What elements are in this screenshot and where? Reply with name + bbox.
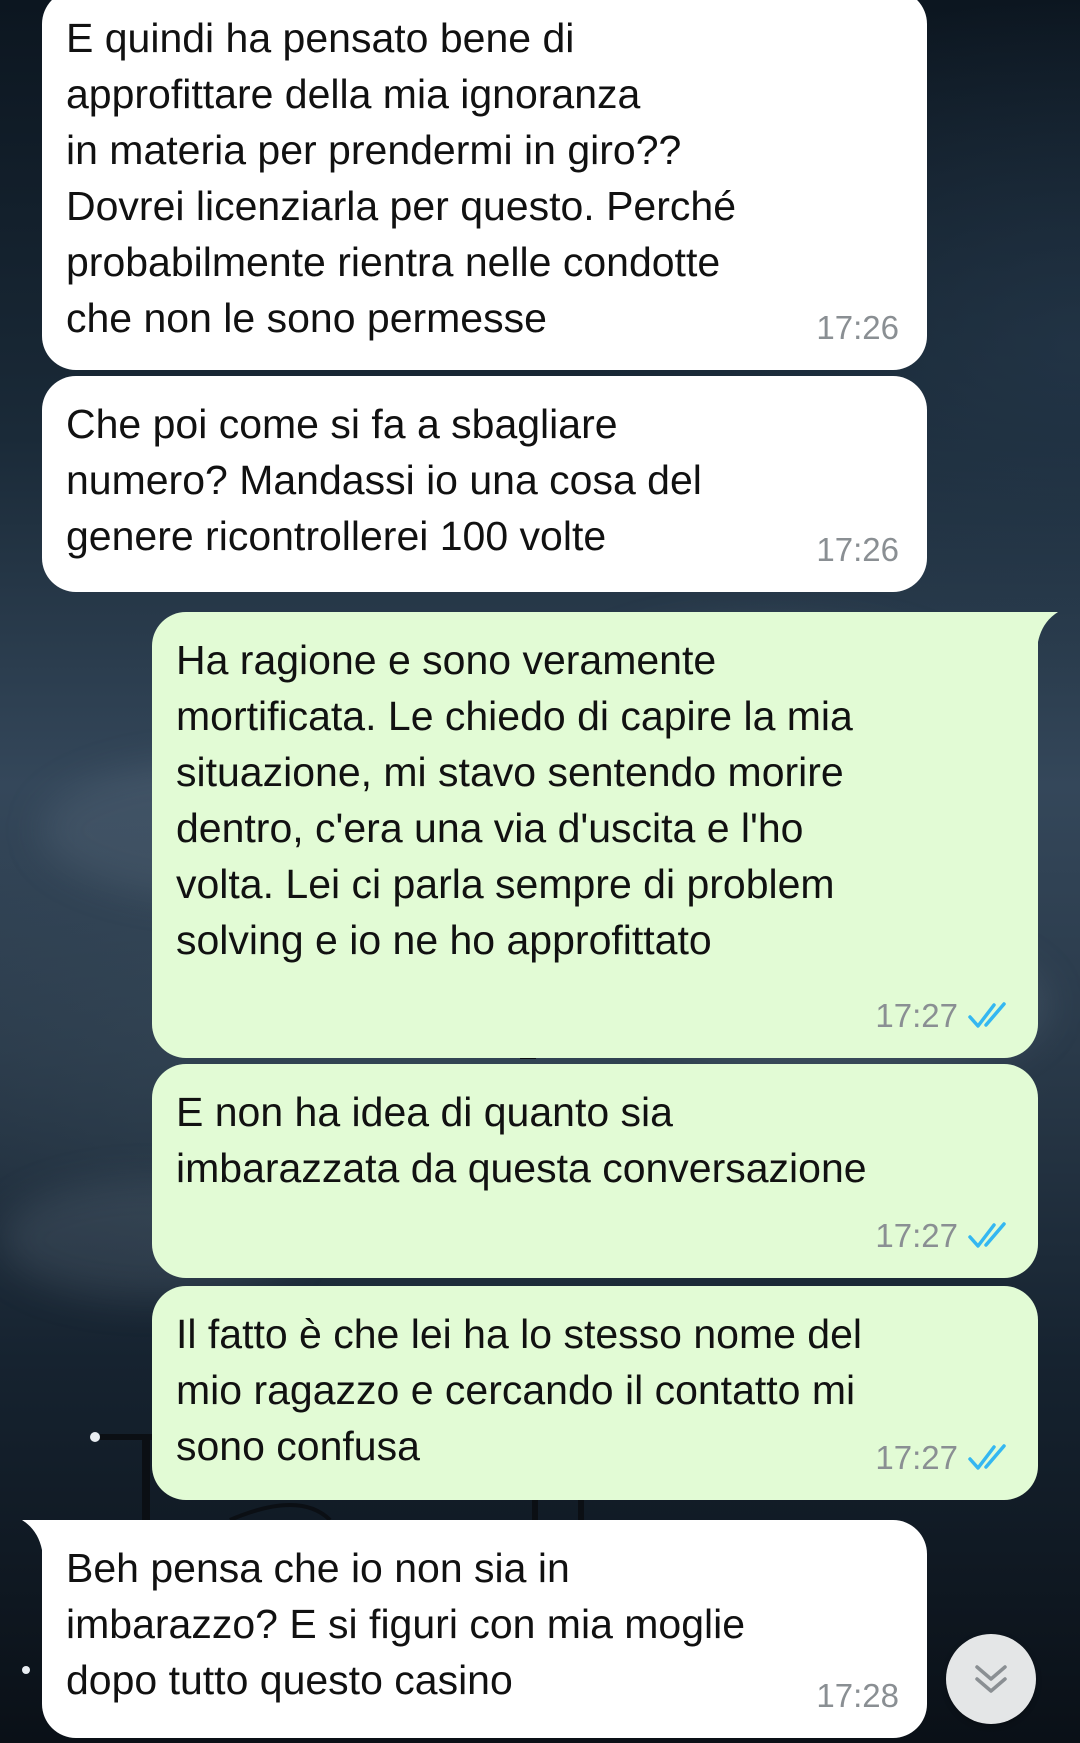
message-bubble-incoming[interactable]: Beh pensa che io non sia in imbarazzo? E… bbox=[22, 1520, 927, 1738]
scroll-to-bottom-button[interactable] bbox=[946, 1634, 1036, 1724]
message-time: 17:28 bbox=[816, 1677, 899, 1714]
message-bubble-incoming[interactable]: E quindi ha pensato bene di approfittare… bbox=[42, 0, 927, 370]
message-meta: 17:28 bbox=[816, 1668, 899, 1724]
message-bubble-outgoing[interactable]: Ha ragione e sono veramente mortificata.… bbox=[152, 612, 1058, 1058]
double-chevron-down-icon bbox=[975, 1665, 1007, 1693]
message-text: Che poi come si fa a sbagliare numero? M… bbox=[66, 401, 702, 559]
message-text: Ha ragione e sono veramente mortificata.… bbox=[176, 637, 853, 963]
message-bubble-outgoing[interactable]: E non ha idea di quanto sia imbarazzata … bbox=[152, 1064, 1038, 1278]
message-time: 17:27 bbox=[875, 997, 958, 1034]
message-meta: 17:27 bbox=[875, 988, 1012, 1044]
message-meta: 17:26 bbox=[816, 522, 899, 578]
bubble-tail bbox=[22, 1520, 52, 1550]
message-time: 17:27 bbox=[875, 1217, 958, 1254]
message-text: E non ha idea di quanto sia imbarazzata … bbox=[176, 1089, 867, 1191]
double-check-icon bbox=[968, 1221, 1012, 1251]
message-text: E quindi ha pensato bene di approfittare… bbox=[66, 15, 736, 341]
double-check-icon bbox=[968, 1443, 1012, 1473]
double-check-icon bbox=[968, 1001, 1012, 1031]
message-time: 17:27 bbox=[875, 1439, 958, 1476]
message-bubble-outgoing[interactable]: Il fatto è che lei ha lo stesso nome del… bbox=[152, 1286, 1038, 1500]
message-time: 17:26 bbox=[816, 309, 899, 346]
message-time: 17:26 bbox=[816, 531, 899, 568]
bubble-tail bbox=[1028, 612, 1058, 642]
message-text: Beh pensa che io non sia in imbarazzo? E… bbox=[66, 1545, 746, 1703]
message-meta: 17:27 bbox=[875, 1208, 1012, 1264]
message-list[interactable]: E quindi ha pensato bene di approfittare… bbox=[0, 0, 1080, 1743]
message-bubble-incoming[interactable]: Che poi come si fa a sbagliare numero? M… bbox=[42, 376, 927, 592]
message-meta: 17:27 bbox=[875, 1430, 1012, 1486]
message-meta: 17:26 bbox=[816, 300, 899, 356]
